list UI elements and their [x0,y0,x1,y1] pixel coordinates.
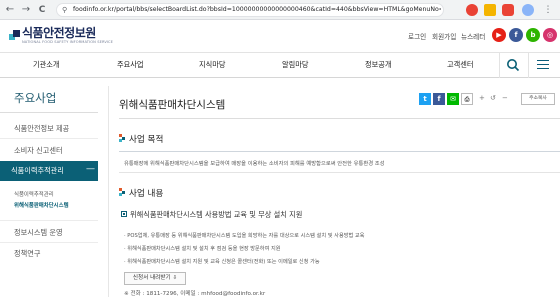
gnb-item-knowledge[interactable]: 지식마당 [199,60,225,70]
sidebar-divider [0,242,98,243]
sidebar-item-food-safety-info[interactable]: 식품안전정보 제공 [14,124,69,134]
zoom-out-icon[interactable]: − [502,94,508,102]
gnb-divider [499,52,500,78]
search-icon[interactable] [506,58,520,72]
sidebar-item-info-system[interactable]: 정보시스템 운영 [14,228,63,238]
contact-info: ※ 전화 : 1811-7296, 이메일 : mhfood@foodinfo.… [124,291,266,297]
gnb-item-notice[interactable]: 알림마당 [282,60,308,70]
sidebar-subitem-traceability[interactable]: 식품이력추적관리 [14,190,54,198]
print-icon[interactable]: ⎙ [461,93,473,105]
gnb-divider [528,52,529,78]
download-application-button[interactable]: 신청서 내려받기 ⇩ [124,272,186,285]
gnb-item-business[interactable]: 주요사업 [117,60,143,70]
title-divider [119,118,560,119]
sidebar-divider [0,138,98,139]
youtube-icon[interactable]: ▶ [492,28,506,42]
login-link[interactable]: 로그인 [408,31,426,41]
zoom-in-icon[interactable]: + [479,94,485,102]
sidebar-divider [0,220,98,221]
sidebar-item-policy-research[interactable]: 정책연구 [14,249,40,259]
gnb-item-about[interactable]: 기관소개 [33,60,59,70]
site-logo[interactable]: 식품안전정보원 [22,24,96,41]
facebook-share-icon[interactable]: f [433,93,445,105]
address-bar[interactable]: ⚲ foodinfo.or.kr/portal/bbs/selectBoardL… [56,3,444,17]
section-bullet-icon [119,134,125,142]
line-share-icon[interactable]: ✉ [447,93,459,105]
signup-link[interactable]: 회원가입 [432,31,456,41]
sub-heading-bullet-icon [121,211,127,217]
newsletter-link[interactable]: 뉴스레터 [461,31,485,41]
forward-icon[interactable]: → [20,4,32,16]
sidebar-title: 주요사업 [14,91,57,105]
detail-line: · 위해식품판매차단시스템 설치 및 설치 후 점검 등을 현장 방문하여 지원 [124,246,281,252]
instagram-icon[interactable]: ◎ [543,28,557,42]
detail-line: · 위해식품판매차단시스템 설치 지원 및 교육 신청은 콜센터(전화) 또는 … [124,259,320,265]
section-title-purpose: 사업 목적 [129,135,164,145]
detail-line: · POS업체, 유통매장 등 위해식품판매차단시스템 도입을 희망하는 자를 … [124,233,365,239]
reload-icon[interactable]: C [36,4,48,16]
site-info-icon[interactable]: ⚲ [62,6,67,14]
reset-zoom-icon[interactable]: ↺ [490,94,496,102]
sidebar-item-traceability-label: 식품이력추적관리 [11,166,64,175]
gnb-item-customer[interactable]: 고객센터 [447,60,473,70]
main-navigation [0,52,560,78]
url-text: foodinfo.or.kr/portal/bbs/selectBoardLis… [73,6,441,13]
sidebar-item-consumer-report[interactable]: 소비자 신고센터 [14,146,63,156]
profile-avatar[interactable] [522,4,534,16]
back-icon[interactable]: ← [4,4,16,16]
sidebar-divider [0,112,98,113]
blog-icon[interactable]: b [526,28,540,42]
extension-icon[interactable] [466,4,478,16]
twitter-share-icon[interactable]: t [419,93,431,105]
content-divider [108,86,109,297]
facebook-icon[interactable]: f [509,28,523,42]
sub-heading: 위해식품판매차단시스템 사용방법 교육 및 무상 설치 지원 [130,210,303,219]
site-logo-subtitle: NATIONAL FOOD SAFETY INFORMATION SERVICE [22,40,114,44]
collapse-icon[interactable]: — [86,164,95,174]
page-title: 위해식품판매차단시스템 [119,99,226,111]
section-bullet-icon [119,188,125,196]
browser-menu-icon[interactable]: ⋮ [542,4,554,16]
gnb-item-disclosure[interactable]: 정보공개 [365,60,391,70]
logo-mark-icon [9,30,20,40]
hamburger-menu-icon[interactable] [537,60,549,70]
sidebar-subitem-sales-block[interactable]: 위해식품판매차단시스템 [14,201,69,209]
extension-icon[interactable] [502,4,514,16]
section-title-details: 사업 내용 [129,189,164,199]
folder-icon[interactable] [484,4,496,16]
copy-url-button[interactable]: 주소복사 [521,93,555,105]
purpose-text: 유통매장에 위해식품판매차단시스템을 보급하여 매장을 이용하는 소비자의 피해… [124,161,385,167]
